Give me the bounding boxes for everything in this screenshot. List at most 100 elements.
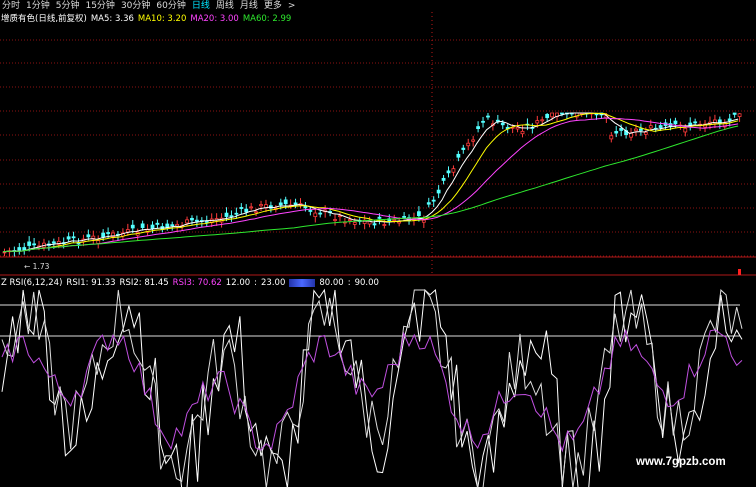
candle-body [560, 112, 564, 115]
rsi-panel [1, 288, 743, 487]
candle-body [392, 219, 397, 221]
candle-body [86, 234, 91, 238]
low-price-value: 1.73 [32, 262, 50, 271]
chart-canvas[interactable] [0, 0, 756, 487]
candle-body [441, 177, 446, 181]
candle-body [609, 135, 614, 140]
ma20-value: MA20: 3.00 [190, 14, 239, 24]
candle-body [130, 224, 135, 229]
candle-body [634, 128, 638, 132]
candle-body [545, 113, 550, 119]
candle-body [17, 247, 22, 252]
candle-body [461, 147, 466, 150]
candle-body [732, 112, 737, 115]
tab-more[interactable]: 更多 [264, 0, 282, 12]
rsi1-line [1, 288, 743, 487]
candle-body [96, 240, 101, 244]
candle-body [155, 222, 160, 225]
stock-title: 增质有色(日线,前复权) [1, 14, 87, 24]
candle-body [318, 212, 323, 215]
more-arrow-icon[interactable]: > [288, 0, 296, 12]
candle-body [471, 139, 476, 142]
candle-body [66, 236, 71, 240]
blue-indicator-swatch [289, 279, 316, 287]
candle-body [426, 202, 431, 205]
watermark: www.7gpzb.com [636, 456, 726, 468]
candle-body [338, 215, 342, 218]
rsi-param-3: 80.00 [319, 278, 344, 288]
candle-body [278, 202, 283, 206]
ma60-value: MA60: 2.99 [242, 14, 292, 24]
candle-body [619, 128, 624, 131]
marker-tick [738, 269, 741, 275]
candle-body [520, 130, 525, 135]
candle-body [446, 170, 451, 174]
candle-body [421, 219, 426, 223]
candle-body [259, 204, 263, 207]
candle-body [658, 125, 663, 128]
candle-body [283, 199, 288, 205]
candle-body [643, 131, 648, 135]
candle-body [550, 112, 554, 118]
candle-body [106, 232, 110, 234]
candle-body [466, 142, 471, 147]
candle-body [229, 215, 234, 218]
ma10-value: MA10: 3.20 [137, 14, 187, 24]
candle-body [727, 118, 732, 122]
candle-body [254, 211, 259, 214]
candle-body [436, 189, 441, 194]
rsi2-line [1, 288, 743, 487]
tab-monthly[interactable]: 月线 [240, 0, 258, 12]
candle-body [194, 219, 199, 222]
candle-body [244, 208, 249, 213]
candle-body [313, 212, 318, 218]
rsi-sep-2: : [347, 278, 351, 288]
candle-body [377, 216, 382, 219]
rsi-param-1: 12.00 [225, 278, 251, 288]
candle-body [101, 232, 106, 238]
candle-body [540, 119, 545, 122]
candle-body [224, 212, 229, 217]
tab-1min[interactable]: 1分钟 [26, 0, 50, 12]
tab-30min[interactable]: 30分钟 [121, 0, 150, 12]
candle-body [693, 121, 698, 124]
tab-5min[interactable]: 5分钟 [56, 0, 80, 12]
rsi-param-2: 23.00 [261, 278, 286, 288]
candle-body [234, 212, 239, 215]
ma5-value: MA5: 3.36 [90, 14, 134, 24]
candle-body [486, 115, 490, 118]
candle-body [51, 241, 56, 244]
candle-body [614, 131, 619, 134]
candle-body [673, 120, 678, 125]
rsi-sep: : [254, 278, 258, 288]
rsi2-value: RSI2: 81.45 [119, 278, 169, 288]
candle-body [372, 223, 377, 226]
candle-body [495, 119, 500, 122]
candle-body [500, 122, 505, 126]
tab-daily[interactable]: 日线 [192, 0, 210, 12]
candle-body [71, 236, 76, 239]
candle-body [382, 224, 387, 226]
rsi-title: Z RSI(6,12,24) [1, 278, 63, 288]
tab-weekly[interactable]: 周线 [216, 0, 234, 12]
candle-body [27, 241, 32, 246]
candle-body [140, 223, 145, 228]
tab-intraday[interactable]: 分时 [2, 0, 20, 12]
candle-body [515, 127, 520, 130]
rsi3-value: RSI3: 70.62 [172, 278, 222, 288]
candle-body [204, 220, 209, 223]
rsi1-value: RSI1: 91.33 [66, 278, 116, 288]
candle-body [648, 125, 653, 129]
candle-body [416, 211, 421, 217]
candle-body [165, 223, 170, 228]
tab-60min[interactable]: 60分钟 [156, 0, 185, 12]
candle-body [451, 168, 456, 173]
candle-body [347, 219, 352, 221]
tab-15min[interactable]: 15分钟 [85, 0, 114, 12]
candle-body [535, 120, 540, 124]
candle-body [170, 224, 175, 227]
candle-body [239, 207, 244, 209]
candle-body [91, 235, 96, 239]
candle-body [737, 113, 742, 117]
price-legend: 增质有色(日线,前复权) MA5: 3.36 MA10: 3.20 MA20: … [0, 13, 291, 25]
